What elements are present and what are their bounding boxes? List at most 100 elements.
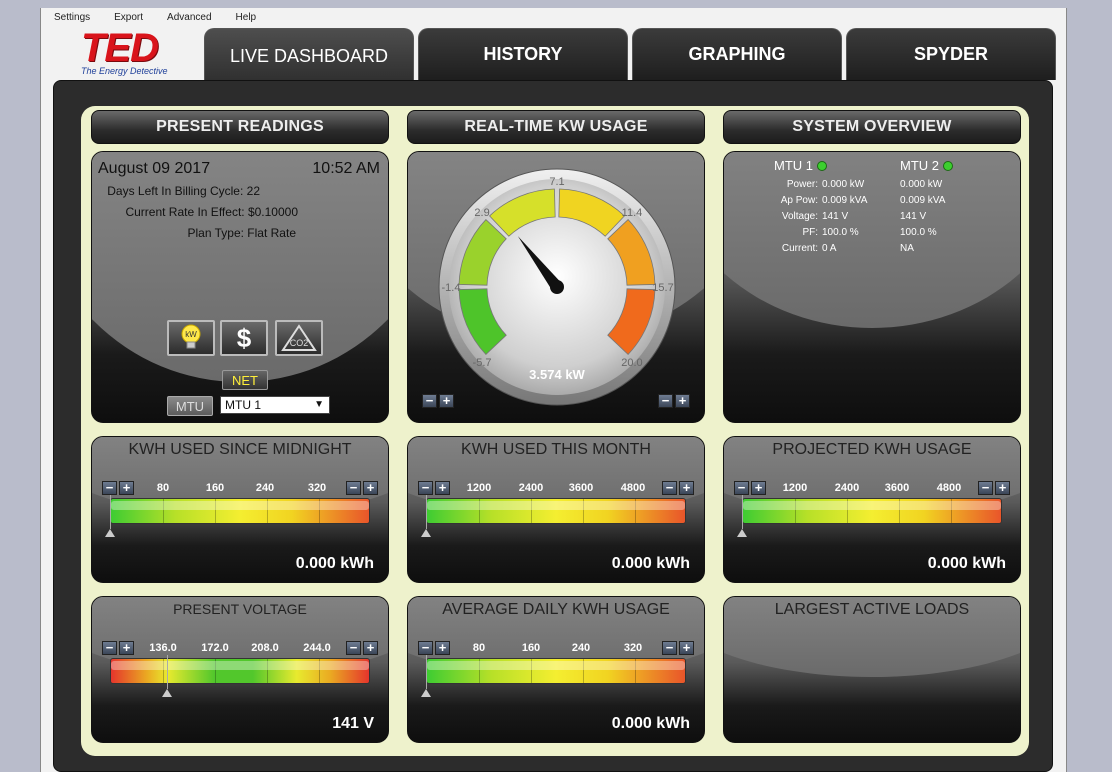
gauge-marker-line <box>426 495 427 529</box>
gauge-plus-right-button[interactable]: + <box>363 481 378 495</box>
menu-help[interactable]: Help <box>224 12 269 23</box>
gauge-title: KWH USED THIS MONTH <box>461 441 651 458</box>
gauge-tick-label: 240 <box>571 642 591 654</box>
logo-tagline: The Energy Detective <box>81 66 168 76</box>
gauge-marker-line <box>110 495 111 529</box>
menu-advanced[interactable]: Advanced <box>155 12 223 23</box>
gauge-minus-right-button[interactable]: − <box>662 481 677 495</box>
tab-history[interactable]: HISTORY <box>418 28 628 80</box>
gauge-marker-line <box>742 495 743 529</box>
gauge-card: KWH USED SINCE MIDNIGHT − + − +80 160 240 320 0.… <box>91 436 389 583</box>
dial-zoom-left: − + <box>422 394 454 408</box>
dial-value-label: 3.574 kW <box>529 367 585 382</box>
gauge-zoom-left: − + <box>102 481 134 495</box>
gauge-zoom-right: − + <box>346 481 378 495</box>
gauge-bar <box>110 658 370 684</box>
dial-minus-left-button[interactable]: − <box>422 394 437 408</box>
menu-export[interactable]: Export <box>102 12 155 23</box>
current-rate: Current Rate In Effect: $0.10000 <box>125 205 298 219</box>
gauge-minus-left-button[interactable]: − <box>102 641 117 655</box>
label-pf: PF: <box>802 227 818 238</box>
gauge-plus-right-button[interactable]: + <box>363 641 378 655</box>
net-button[interactable]: NET <box>222 370 268 390</box>
dial-tick-label: -1.4 <box>442 282 461 294</box>
gauge-minus-left-button[interactable]: − <box>418 641 433 655</box>
gauge-tick-label: 320 <box>623 642 643 654</box>
mtu1-ap-pow: 0.009 kVA <box>822 195 868 206</box>
gauge-zoom-right: − + <box>662 481 694 495</box>
mtu1-label: MTU 1 <box>774 158 813 173</box>
gauge-value: 0.000 kWh <box>611 555 690 572</box>
present-readings-header: PRESENT READINGS <box>91 110 389 144</box>
gauge-plus-right-button[interactable]: + <box>995 481 1010 495</box>
dial-tick-label: 7.1 <box>549 176 564 188</box>
present-date: August 09 2017 <box>98 160 211 177</box>
mtu2-pf: 100.0 % <box>900 227 937 238</box>
dial-plus-left-button[interactable]: + <box>439 394 454 408</box>
gauge-value: 141 V <box>332 715 374 732</box>
gauge-plus-left-button[interactable]: + <box>751 481 766 495</box>
realtime-kw-header: REAL-TIME KW USAGE <box>407 110 705 144</box>
gauge-title: PRESENT VOLTAGE <box>173 601 307 617</box>
gauge-plus-left-button[interactable]: + <box>435 641 450 655</box>
dial-hub <box>550 280 564 294</box>
gauge-plus-left-button[interactable]: + <box>119 481 134 495</box>
gauge-tick-label: 240 <box>255 482 275 494</box>
mtu1-current: 0 A <box>822 243 837 254</box>
menu-bar: Settings Export Advanced Help <box>41 8 1066 26</box>
gauge-bar <box>110 498 370 524</box>
dial-zoom-right: − + <box>658 394 690 408</box>
kw-mode-button[interactable]: kW <box>167 320 215 356</box>
gauge-card: LARGEST ACTIVE LOADS <box>723 596 1021 743</box>
gauge-plus-left-button[interactable]: + <box>435 481 450 495</box>
mtu-select[interactable]: MTU 1 ▼ <box>220 396 330 414</box>
present-readings-card: August 09 2017 10:52 AM Days Left In Bil… <box>91 151 389 423</box>
kw-dial: -5.7 -1.4 2.9 7.1 11.4 15.7 20.0 3.574 kW <box>438 168 676 406</box>
gauge-tick-label: 4800 <box>620 482 646 494</box>
gauge-tick-label: 160 <box>521 642 541 654</box>
co2-mode-button[interactable]: CO2 <box>275 320 323 356</box>
mtu-select-value: MTU 1 <box>225 398 261 412</box>
tab-graphing[interactable]: GRAPHING <box>632 28 842 80</box>
dashboard-panel: PRESENT READINGS REAL-TIME KW USAGE SYST… <box>53 80 1053 772</box>
gauge-minus-left-button[interactable]: − <box>418 481 433 495</box>
dial-tick-label: 15.7 <box>652 282 673 294</box>
gauge-pointer <box>421 529 431 537</box>
app-window: Settings Export Advanced Help TED The En… <box>40 8 1067 772</box>
gauge-tick-label: 244.0 <box>303 642 331 654</box>
gauge-minus-left-button[interactable]: − <box>102 481 117 495</box>
gauge-minus-right-button[interactable]: − <box>662 641 677 655</box>
gauge-plus-right-button[interactable]: + <box>679 481 694 495</box>
gauge-plus-left-button[interactable]: + <box>119 641 134 655</box>
mtu-button[interactable]: MTU <box>167 396 213 416</box>
gauge-zoom-left: − + <box>102 641 134 655</box>
gauge-minus-right-button[interactable]: − <box>346 481 361 495</box>
gauge-bar <box>742 498 1002 524</box>
dial-minus-right-button[interactable]: − <box>658 394 673 408</box>
gauge-card: PRESENT VOLTAGE − + − +136.0 172.0 208.0 244.0 1… <box>91 596 389 743</box>
gauge-plus-right-button[interactable]: + <box>679 641 694 655</box>
gauge-tick-label: 1200 <box>466 482 492 494</box>
gauge-marker-line <box>167 655 169 689</box>
gauge-tick-label: 3600 <box>884 482 910 494</box>
label-power: Power: <box>786 179 818 190</box>
gauge-tick-label: 160 <box>205 482 225 494</box>
dial-plus-right-button[interactable]: + <box>675 394 690 408</box>
gauge-minus-left-button[interactable]: − <box>734 481 749 495</box>
gauge-zoom-right: − + <box>346 641 378 655</box>
mtu1-power: 0.000 kW <box>822 179 865 190</box>
gauge-marker-line <box>426 655 427 689</box>
mtu1-header: MTU 1 <box>774 158 827 173</box>
dollar-mode-button[interactable]: $ <box>220 320 268 356</box>
gauge-minus-right-button[interactable]: − <box>978 481 993 495</box>
tab-live-dashboard[interactable]: LIVE DASHBOARD <box>204 28 414 84</box>
label-current: Current: <box>781 243 818 254</box>
tab-spyder[interactable]: SPYDER <box>846 28 1056 80</box>
menu-settings[interactable]: Settings <box>41 12 102 23</box>
system-overview-card: MTU 1 MTU 2 Power: Ap Pow: Voltage: PF: … <box>723 151 1021 423</box>
gauge-pointer <box>162 689 173 697</box>
gauge-minus-right-button[interactable]: − <box>346 641 361 655</box>
gauge-value: 0.000 kWh <box>927 555 1006 572</box>
mtu2-header: MTU 2 <box>900 158 953 173</box>
days-left: Days Left In Billing Cycle: 22 <box>107 184 260 198</box>
